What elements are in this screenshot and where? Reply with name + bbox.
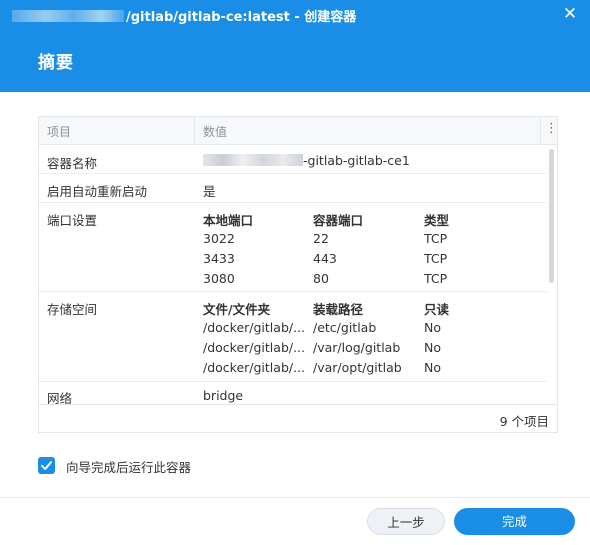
table-row-container-name: 容器名称 -gitlab-gitlab-ce1: [39, 146, 547, 174]
column-header-value[interactable]: 数值: [203, 123, 227, 140]
storage-header-file: 文件/文件夹: [203, 302, 271, 317]
row-value: -gitlab-gitlab-ce1: [203, 153, 410, 168]
port-type: TCP: [424, 231, 448, 246]
auto-restart-value: 是: [203, 184, 216, 199]
storage-readonly: No: [424, 360, 441, 375]
checkmark-icon: [41, 461, 52, 470]
table-scrollbar[interactable]: [549, 149, 554, 283]
table-row-network: 网络 bridge: [39, 382, 547, 404]
storage-readonly: No: [424, 340, 441, 355]
column-header-item[interactable]: 项目: [47, 123, 71, 140]
storage-path: /docker/gitlab/...: [203, 360, 306, 375]
footer-divider: [0, 497, 590, 498]
port-container: 443: [313, 251, 337, 266]
storage-header-readonly: 只读: [424, 302, 450, 317]
storage-mount: /var/log/gitlab: [313, 340, 401, 355]
port-local: 3433: [203, 251, 235, 266]
close-icon: ✕: [562, 4, 578, 24]
column-menu-icon[interactable]: ⋮: [545, 121, 558, 136]
storage-mount: /etc/gitlab: [313, 320, 377, 335]
row-label: 网络: [47, 391, 73, 404]
storage-path: /docker/gitlab/...: [203, 340, 306, 355]
previous-button[interactable]: 上一步: [367, 508, 445, 535]
storage-readonly: No: [424, 320, 441, 335]
table-row-storage: 存储空间 文件/文件夹 装载路径 只读 /docker/gitlab/... /…: [39, 292, 547, 382]
summary-table: 项目 数值 ⋮ 容器名称 -gitlab-gitlab-ce1 启用自动重新启动…: [38, 116, 558, 433]
port-type: TCP: [424, 271, 448, 286]
redacted-prefix: [203, 154, 303, 166]
table-row-ports: 端口设置 本地端口 容器端口 类型 3022 22 TCP 3433 443 T…: [39, 203, 547, 292]
ports-header-container: 容器端口: [313, 213, 364, 228]
row-label: 端口设置: [47, 213, 98, 228]
item-count: 9 个项目: [499, 414, 549, 429]
storage-mount: /var/opt/gitlab: [313, 360, 402, 375]
column-divider: [540, 117, 541, 145]
run-after-wizard-checkbox[interactable]: [38, 457, 55, 474]
network-value: bridge: [203, 388, 244, 403]
redacted-image-name: [12, 10, 124, 22]
storage-path: /docker/gitlab/...: [203, 320, 306, 335]
row-label: 容器名称: [47, 156, 98, 171]
row-label: 启用自动重新启动: [47, 184, 148, 199]
port-local: 3022: [203, 231, 235, 246]
port-container: 22: [313, 231, 329, 246]
done-button[interactable]: 完成: [454, 508, 575, 535]
port-type: TCP: [424, 251, 448, 266]
close-button[interactable]: ✕: [560, 4, 580, 24]
column-divider[interactable]: [194, 117, 195, 145]
ports-header-type: 类型: [424, 213, 450, 228]
port-container: 80: [313, 271, 329, 286]
window-title: /gitlab/gitlab-ce:latest - 创建容器: [12, 6, 356, 25]
window-title-text: /gitlab/gitlab-ce:latest - 创建容器: [126, 10, 357, 25]
table-footer: 9 个项目: [39, 404, 557, 432]
page-title: 摘要: [38, 53, 74, 73]
row-label: 存储空间: [47, 302, 98, 317]
storage-header-mount: 装载路径: [313, 302, 364, 317]
table-row-auto-restart: 启用自动重新启动 是: [39, 174, 547, 203]
ports-header-local: 本地端口: [203, 213, 254, 228]
port-local: 3080: [203, 271, 235, 286]
dialog-header: /gitlab/gitlab-ce:latest - 创建容器 ✕ 摘要: [0, 0, 590, 92]
table-header: 项目 数值 ⋮: [39, 117, 558, 145]
container-name-value: -gitlab-gitlab-ce1: [303, 153, 410, 168]
run-after-wizard-label: 向导完成后运行此容器: [66, 460, 192, 475]
